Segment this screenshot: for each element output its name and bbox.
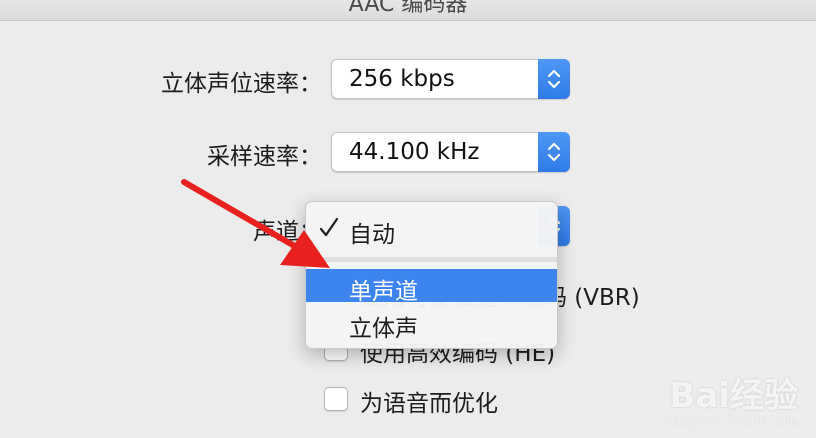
voice-checkbox[interactable] bbox=[324, 387, 348, 411]
watermark-brand: Bai经验 bbox=[669, 376, 798, 416]
baidu-jingyan-watermark: Bai经验 jingyan.baidu.com bbox=[658, 368, 798, 430]
sample-rate-label: 采样速率： bbox=[207, 144, 322, 170]
menu-item-stereo[interactable]: 立体声 bbox=[306, 306, 557, 342]
menu-item-mono-label: 单声道 bbox=[349, 279, 418, 305]
voice-label: 为语音而优化 bbox=[360, 391, 498, 417]
stereo-bitrate-label: 立体声位速率： bbox=[161, 71, 322, 97]
menu-item-auto-label: 自动 bbox=[349, 222, 395, 248]
sample-rate-value: 44.100 kHz bbox=[349, 139, 480, 165]
title-bar: AAC 编码器 bbox=[0, 0, 816, 21]
stereo-bitrate-popup[interactable]: 256 kbps bbox=[331, 59, 570, 99]
menu-item-stereo-label: 立体声 bbox=[349, 316, 418, 342]
watermark-url: jingyan.baidu.com bbox=[664, 415, 798, 430]
window-title: AAC 编码器 bbox=[348, 0, 468, 17]
stereo-bitrate-value: 256 kbps bbox=[349, 66, 455, 92]
up-down-chevrons-icon[interactable] bbox=[538, 59, 570, 99]
sample-rate-popup[interactable]: 44.100 kHz bbox=[331, 132, 570, 172]
red-arrow-annotation bbox=[181, 179, 330, 268]
up-down-chevrons-icon[interactable] bbox=[538, 132, 570, 172]
